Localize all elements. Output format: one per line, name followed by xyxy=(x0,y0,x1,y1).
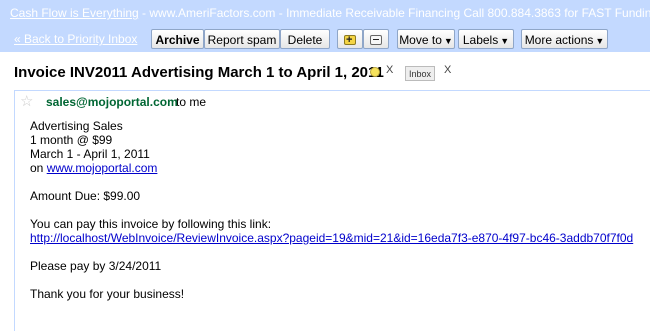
email-subject: Invoice INV2011 Advertising March 1 to A… xyxy=(14,64,384,81)
importance-plus-icon xyxy=(344,30,356,50)
ad-text: - www.AmeriFactors.com - Immediate Recei… xyxy=(138,6,650,20)
star-icon[interactable]: ☆ xyxy=(20,92,33,110)
importance-minus-icon xyxy=(370,34,382,45)
archive-button[interactable]: Archive xyxy=(151,29,204,49)
chevron-down-icon: ▼ xyxy=(595,36,605,46)
pay-instructions: You can pay this invoice by following th… xyxy=(30,217,272,231)
body-line-2: 1 month @ $99 xyxy=(30,133,113,147)
report-spam-button[interactable]: Report spam xyxy=(204,29,280,49)
chevron-down-icon: ▼ xyxy=(443,36,453,46)
sender-address[interactable]: sales@mojoportal.com xyxy=(46,95,178,109)
mark-important-button[interactable] xyxy=(337,29,363,50)
remove-label-button[interactable]: X xyxy=(386,64,393,76)
amount-due: Amount Due: $99.00 xyxy=(30,189,141,203)
body-line-1: Advertising Sales xyxy=(30,119,123,133)
body-line-4-prefix: on xyxy=(30,161,47,175)
pay-link-line: http://localhost/WebInvoice/ReviewInvoic… xyxy=(30,231,633,245)
message-toolbar: « Back to Priority Inbox Archive Report … xyxy=(0,28,650,52)
more-actions-button[interactable]: More actions ▼ xyxy=(521,29,608,49)
website-link[interactable]: www.mojoportal.com xyxy=(47,161,158,175)
body-line-3: March 1 - April 1, 2011 xyxy=(30,147,150,161)
inbox-label-chip[interactable]: Inbox xyxy=(405,66,436,81)
pay-by-date: Please pay by 3/24/2011 xyxy=(30,259,162,273)
sponsored-ad: Cash Flow is Everything - www.AmeriFacto… xyxy=(10,6,650,20)
archive-label: Archive xyxy=(155,33,200,47)
ad-bar: Cash Flow is Everything - www.AmeriFacto… xyxy=(0,0,650,28)
labels-label: Labels xyxy=(462,33,499,47)
chevron-down-icon: ▼ xyxy=(500,36,510,46)
remove-inbox-label-button[interactable]: X xyxy=(444,64,451,76)
recipient-text[interactable]: to me xyxy=(176,95,206,109)
delete-button[interactable]: Delete xyxy=(280,29,330,49)
delete-label: Delete xyxy=(287,33,323,47)
mark-not-important-button[interactable] xyxy=(363,29,389,49)
body-line-4: on www.mojoportal.com xyxy=(30,161,157,175)
move-to-button[interactable]: Move to ▼ xyxy=(397,29,455,49)
more-actions-label: More actions xyxy=(524,33,594,47)
ad-link[interactable]: Cash Flow is Everything xyxy=(10,6,139,20)
move-to-label: Move to xyxy=(399,33,442,47)
back-to-priority-inbox-link[interactable]: « Back to Priority Inbox xyxy=(14,32,137,46)
invoice-payment-link[interactable]: http://localhost/WebInvoice/ReviewInvoic… xyxy=(30,231,633,245)
report-spam-label: Report spam xyxy=(207,33,277,47)
labels-button[interactable]: Labels ▼ xyxy=(458,29,514,49)
thank-you-text: Thank you for your business! xyxy=(30,287,185,301)
importance-marker-icon[interactable] xyxy=(370,67,380,77)
